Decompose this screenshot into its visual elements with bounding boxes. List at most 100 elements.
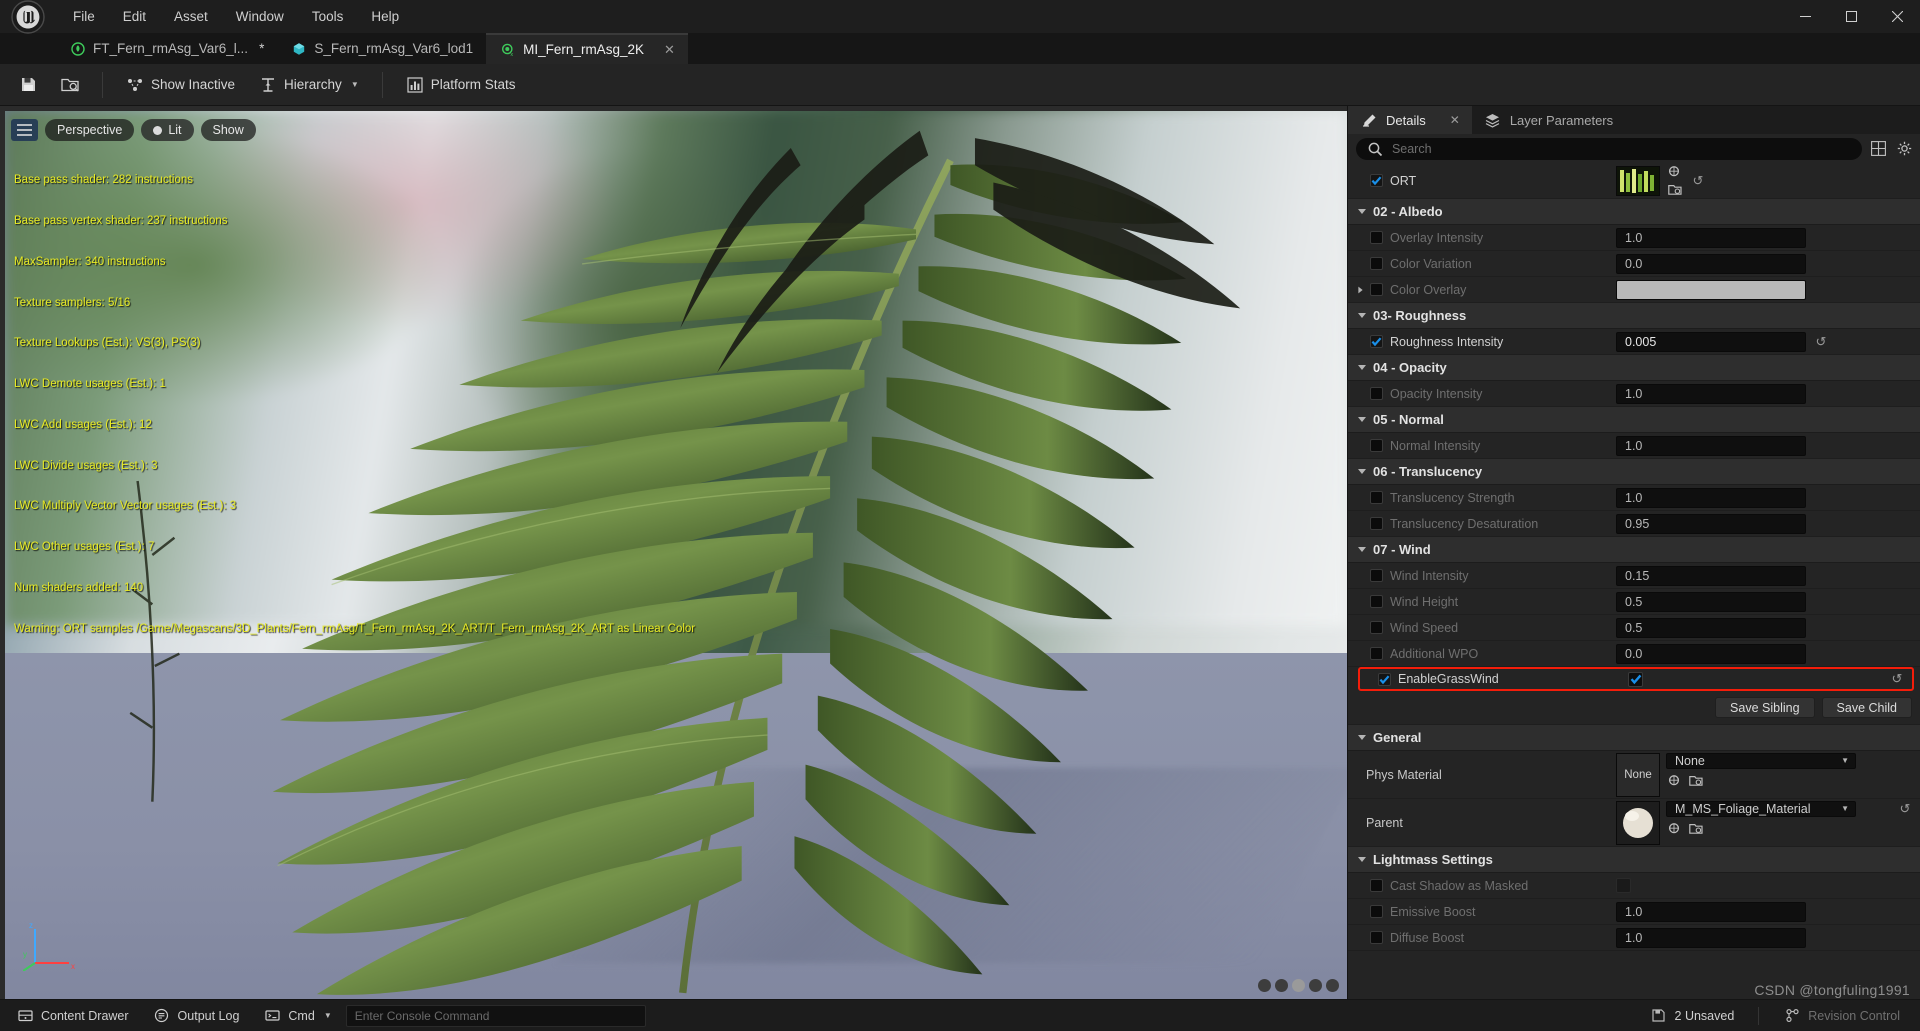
additional-wpo-checkbox[interactable] <box>1370 647 1383 660</box>
viewport-menu-icon[interactable] <box>11 119 38 141</box>
menu-item-asset[interactable]: Asset <box>161 4 221 29</box>
property-row-wind-height[interactable]: Wind Height 0.5 <box>1348 589 1920 615</box>
tab-s-fern-lod1[interactable]: S_Fern_rmAsg_Var6_lod1 <box>277 33 486 64</box>
color-overlay-checkbox[interactable] <box>1370 283 1383 296</box>
property-row-translucency-strength[interactable]: Translucency Strength 1.0 <box>1348 485 1920 511</box>
property-row-parent[interactable]: Parent M_MS_Foliage_Material ▼ ↺ <box>1348 799 1920 847</box>
use-selected-asset-icon[interactable] <box>1666 182 1683 197</box>
gear-icon[interactable] <box>1894 139 1914 159</box>
color-overlay-swatch[interactable] <box>1616 279 1806 300</box>
preview-shape-plane-icon[interactable] <box>1309 979 1322 992</box>
phys-material-thumbnail[interactable]: None <box>1616 752 1660 797</box>
tab-layer-parameters[interactable]: Layer Parameters <box>1472 106 1625 134</box>
normal-intensity-input[interactable]: 1.0 <box>1616 435 1806 456</box>
tab-details[interactable]: Details ✕ <box>1348 106 1472 134</box>
property-row-additional-wpo[interactable]: Additional WPO 0.0 <box>1348 641 1920 667</box>
property-row-wind-speed[interactable]: Wind Speed 0.5 <box>1348 615 1920 641</box>
revision-control-button[interactable]: Revision Control <box>1773 1004 1910 1028</box>
wind-speed-checkbox[interactable] <box>1370 621 1383 634</box>
roughness-intensity-checkbox[interactable] <box>1370 335 1383 348</box>
ort-texture-thumbnail[interactable] <box>1616 165 1660 196</box>
property-row-normal-intensity[interactable]: Normal Intensity 1.0 <box>1348 433 1920 459</box>
category-header-roughness[interactable]: 03- Roughness <box>1348 303 1920 329</box>
browse-to-asset-icon[interactable] <box>1666 821 1683 836</box>
browse-button[interactable] <box>52 71 88 99</box>
tab-mi-fern-2k[interactable]: x MI_Fern_rmAsg_2K ✕ <box>486 33 688 64</box>
translucency-strength-checkbox[interactable] <box>1370 491 1383 504</box>
property-row-overlay-intensity[interactable]: Overlay Intensity 1.0 <box>1348 225 1920 251</box>
emissive-boost-input[interactable]: 1.0 <box>1616 901 1806 922</box>
menu-item-help[interactable]: Help <box>358 4 412 29</box>
preview-shape-sphere-icon[interactable] <box>1292 979 1305 992</box>
menu-item-edit[interactable]: Edit <box>110 4 159 29</box>
save-sibling-button[interactable]: Save Sibling <box>1715 697 1815 718</box>
search-box[interactable] <box>1356 137 1862 160</box>
category-header-lightmass-settings[interactable]: Lightmass Settings <box>1348 847 1920 873</box>
property-row-color-variation[interactable]: Color Variation 0.0 <box>1348 251 1920 277</box>
additional-wpo-input[interactable]: 0.0 <box>1616 643 1806 664</box>
roughness-intensity-input[interactable]: 0.005 <box>1616 331 1806 352</box>
show-inactive-button[interactable]: Show Inactive <box>117 71 244 99</box>
property-row-emissive-boost[interactable]: Emissive Boost 1.0 <box>1348 899 1920 925</box>
normal-intensity-checkbox[interactable] <box>1370 439 1383 452</box>
use-selected-asset-icon[interactable] <box>1687 773 1704 788</box>
category-header-opacity[interactable]: 04 - Opacity <box>1348 355 1920 381</box>
reset-to-default-icon[interactable]: ↺ <box>1888 671 1906 687</box>
tab-ft-fern[interactable]: FT_Fern_rmAsg_Var6_l... * <box>56 33 277 64</box>
opacity-intensity-input[interactable]: 1.0 <box>1616 383 1806 404</box>
property-row-opacity-intensity[interactable]: Opacity Intensity 1.0 <box>1348 381 1920 407</box>
menu-item-window[interactable]: Window <box>223 4 297 29</box>
wind-height-checkbox[interactable] <box>1370 595 1383 608</box>
cmd-dropdown-button[interactable]: Cmd ▼ <box>253 1004 341 1028</box>
emissive-boost-checkbox[interactable] <box>1370 905 1383 918</box>
category-header-general[interactable]: General <box>1348 725 1920 751</box>
parent-material-thumbnail[interactable] <box>1616 800 1660 845</box>
property-row-wind-intensity[interactable]: Wind Intensity 0.15 <box>1348 563 1920 589</box>
reset-to-default-icon[interactable]: ↺ <box>1689 173 1707 189</box>
category-header-wind[interactable]: 07 - Wind <box>1348 537 1920 563</box>
viewport-viewmode-dropdown[interactable]: Lit <box>141 119 194 141</box>
wind-intensity-input[interactable]: 0.15 <box>1616 565 1806 586</box>
platform-stats-button[interactable]: Platform Stats <box>397 71 525 99</box>
property-row-translucency-desaturation[interactable]: Translucency Desaturation 0.95 <box>1348 511 1920 537</box>
category-header-normal[interactable]: 05 - Normal <box>1348 407 1920 433</box>
browse-to-asset-icon[interactable] <box>1666 773 1683 788</box>
unsaved-assets-button[interactable]: 2 Unsaved <box>1640 1004 1745 1028</box>
enable-grass-wind-override-checkbox[interactable] <box>1378 672 1391 686</box>
category-header-translucency[interactable]: 06 - Translucency <box>1348 459 1920 485</box>
maximize-button[interactable] <box>1828 0 1874 33</box>
save-button[interactable] <box>10 71 46 99</box>
cast-shadow-as-masked-override-checkbox[interactable] <box>1370 879 1383 892</box>
material-preview-viewport[interactable]: Perspective Lit Show Base pass shader: 2… <box>5 111 1347 999</box>
property-row-color-overlay[interactable]: Color Overlay <box>1348 277 1920 303</box>
minimize-button[interactable] <box>1782 0 1828 33</box>
property-row-roughness-intensity[interactable]: Roughness Intensity 0.005 ↺ <box>1348 329 1920 355</box>
menu-item-file[interactable]: File <box>60 4 108 29</box>
category-header-albedo[interactable]: 02 - Albedo <box>1348 199 1920 225</box>
close-window-button[interactable] <box>1874 0 1920 33</box>
reset-to-default-icon[interactable]: ↺ <box>1896 801 1914 817</box>
reset-to-default-icon[interactable]: ↺ <box>1812 334 1830 350</box>
preview-shape-cylinder-icon[interactable] <box>1258 979 1271 992</box>
property-row-cast-shadow-as-masked[interactable]: Cast Shadow as Masked <box>1348 873 1920 899</box>
diffuse-boost-input[interactable]: 1.0 <box>1616 927 1806 948</box>
hierarchy-button[interactable]: Hierarchy ▼ <box>250 71 368 99</box>
use-selected-asset-icon[interactable] <box>1687 821 1704 836</box>
property-row-diffuse-boost[interactable]: Diffuse Boost 1.0 <box>1348 925 1920 951</box>
viewport-preview-shapes[interactable] <box>1258 979 1339 992</box>
diffuse-boost-checkbox[interactable] <box>1370 931 1383 944</box>
console-command-field[interactable] <box>345 1004 646 1027</box>
close-tab-icon[interactable]: ✕ <box>664 42 675 58</box>
parent-material-dropdown[interactable]: M_MS_Foliage_Material ▼ <box>1666 800 1856 817</box>
overlay-intensity-checkbox[interactable] <box>1370 231 1383 244</box>
save-child-button[interactable]: Save Child <box>1821 697 1912 718</box>
output-log-button[interactable]: Output Log <box>143 1004 250 1028</box>
overlay-intensity-input[interactable]: 1.0 <box>1616 227 1806 248</box>
menu-item-tools[interactable]: Tools <box>299 4 357 29</box>
property-row-phys-material[interactable]: Phys Material None None ▼ <box>1348 751 1920 799</box>
unreal-logo-icon[interactable] <box>0 0 56 34</box>
grid-view-icon[interactable] <box>1868 139 1888 159</box>
cast-shadow-as-masked-value-checkbox[interactable] <box>1616 878 1631 893</box>
search-input[interactable] <box>1391 141 1852 156</box>
property-row-ort[interactable]: ORT ↺ <box>1348 163 1920 199</box>
